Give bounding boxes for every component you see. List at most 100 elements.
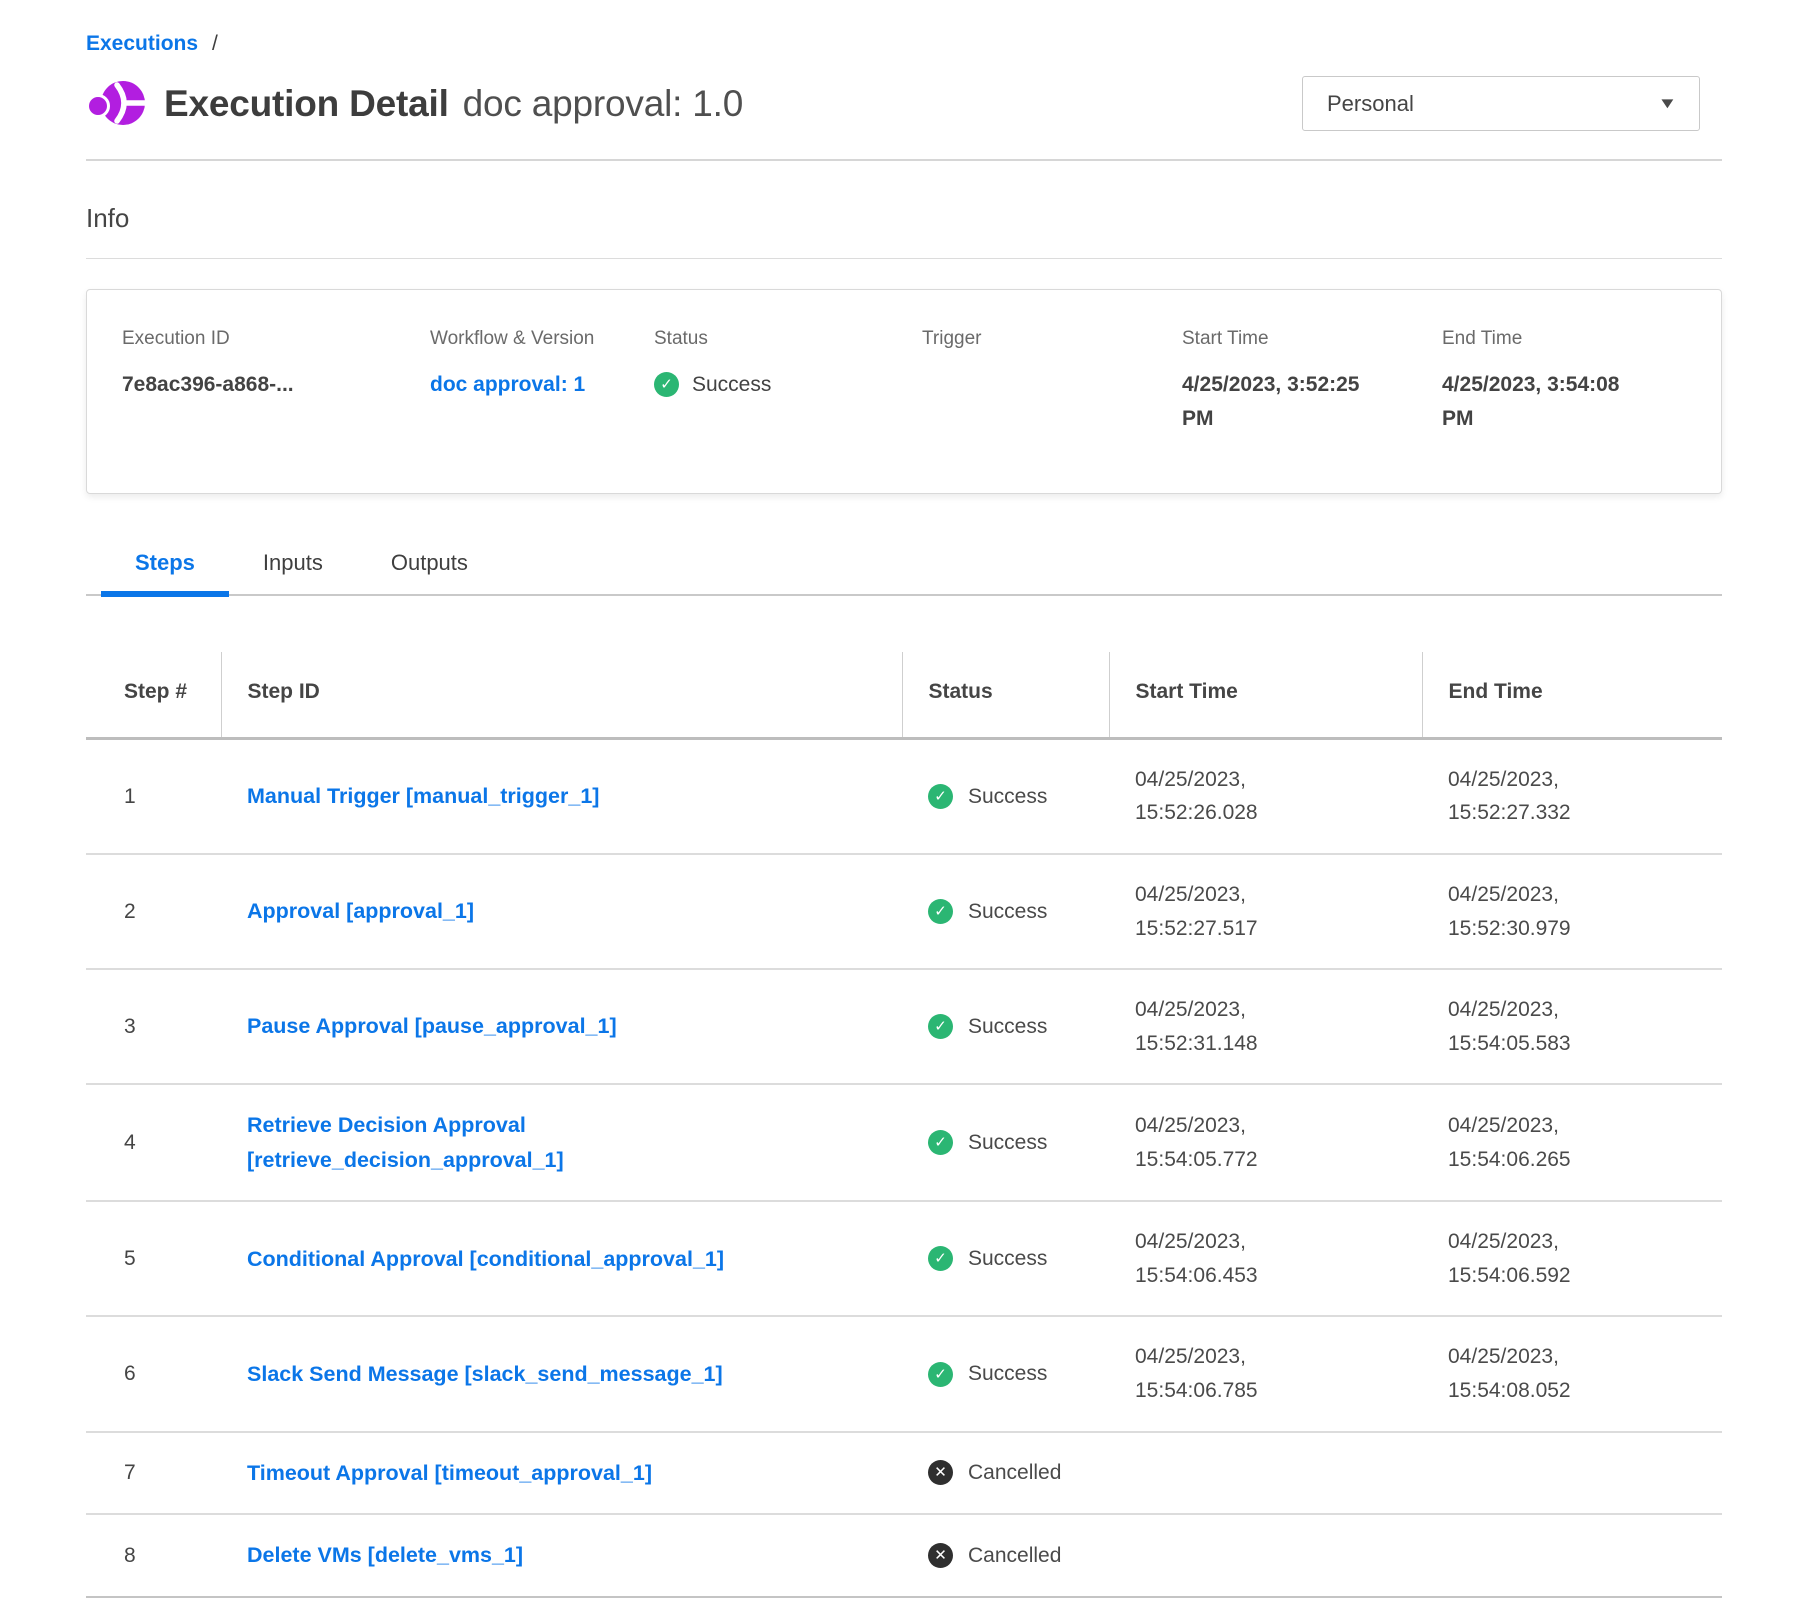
info-section-title: Info xyxy=(86,203,1722,234)
step-id-link[interactable]: Retrieve Decision Approval [retrieve_dec… xyxy=(247,1108,807,1177)
info-field-workflow-version: Workflow & Version doc approval: 1 xyxy=(430,328,654,435)
page-header: Execution Detail doc approval: 1.0 Perso… xyxy=(86,76,1722,131)
cancelled-icon: ✕ xyxy=(928,1543,953,1568)
table-row: 5 Conditional Approval [conditional_appr… xyxy=(86,1201,1722,1316)
start-time-cell xyxy=(1109,1432,1422,1515)
column-header-start-time: Start Time xyxy=(1109,652,1422,738)
status-cell: ✓ Success xyxy=(902,969,1109,1084)
step-number-cell: 7 xyxy=(86,1432,221,1515)
end-time-value: 4/25/2023, 3:54:08 PM xyxy=(1442,368,1642,435)
step-id-cell: Slack Send Message [slack_send_message_1… xyxy=(221,1316,902,1431)
header-divider xyxy=(86,159,1722,161)
start-time-cell: 04/25/2023, 15:52:31.148 xyxy=(1109,969,1422,1084)
end-time-cell: 04/25/2023, 15:52:27.332 xyxy=(1422,738,1722,854)
success-icon: ✓ xyxy=(928,784,953,809)
end-time-cell: 04/25/2023, 15:54:08.052 xyxy=(1422,1316,1722,1431)
cancelled-icon: ✕ xyxy=(928,1460,953,1485)
execution-detail-page: Executions / Execution Detail doc approv… xyxy=(0,0,1808,1598)
start-time-cell: 04/25/2023, 15:54:06.785 xyxy=(1109,1316,1422,1431)
info-field-status: Status ✓ Success xyxy=(654,328,922,435)
success-icon: ✓ xyxy=(654,372,679,397)
execution-id-value: 7e8ac396-a868-... xyxy=(122,368,430,402)
detail-tabs: Steps Inputs Outputs xyxy=(86,538,1722,596)
status-text: Cancelled xyxy=(968,1539,1061,1573)
field-label: Workflow & Version xyxy=(430,328,654,350)
execution-info-card: Execution ID 7e8ac396-a868-... Workflow … xyxy=(86,289,1722,494)
tab-outputs[interactable]: Outputs xyxy=(357,538,502,594)
tab-inputs[interactable]: Inputs xyxy=(229,538,357,594)
steps-table-header-row: Step # Step ID Status Start Time End Tim… xyxy=(86,652,1722,738)
status-text: Success xyxy=(968,1010,1047,1044)
chevron-down-icon: ▼ xyxy=(1658,95,1678,112)
start-time-cell: 04/25/2023, 15:52:27.517 xyxy=(1109,854,1422,969)
workspace-selector-value: Personal xyxy=(1327,91,1414,117)
field-label: Status xyxy=(654,328,922,350)
end-time-cell: 04/25/2023, 15:54:06.592 xyxy=(1422,1201,1722,1316)
step-id-link[interactable]: Slack Send Message [slack_send_message_1… xyxy=(247,1357,723,1391)
field-label: Trigger xyxy=(922,328,1182,350)
start-time-cell: 04/25/2023, 15:52:26.028 xyxy=(1109,738,1422,854)
info-field-start-time: Start Time 4/25/2023, 3:52:25 PM xyxy=(1182,328,1442,435)
status-cell: ✕ Cancelled xyxy=(902,1514,1109,1597)
status-text: Success xyxy=(968,780,1047,814)
end-time-cell xyxy=(1422,1514,1722,1597)
status-cell: ✓ Success xyxy=(902,738,1109,854)
step-id-cell: Conditional Approval [conditional_approv… xyxy=(221,1201,902,1316)
step-id-link[interactable]: Conditional Approval [conditional_approv… xyxy=(247,1242,724,1276)
end-time-cell xyxy=(1422,1432,1722,1515)
step-id-cell: Approval [approval_1] xyxy=(221,854,902,969)
steps-table-body: 1 Manual Trigger [manual_trigger_1] ✓ Su… xyxy=(86,738,1722,1597)
step-id-link[interactable]: Manual Trigger [manual_trigger_1] xyxy=(247,779,599,813)
status-cell: ✓ Success xyxy=(902,854,1109,969)
step-number-cell: 8 xyxy=(86,1514,221,1597)
column-header-end-time: End Time xyxy=(1422,652,1722,738)
page-subtitle: doc approval: 1.0 xyxy=(463,83,743,125)
info-field-end-time: End Time 4/25/2023, 3:54:08 PM xyxy=(1442,328,1721,435)
step-id-cell: Timeout Approval [timeout_approval_1] xyxy=(221,1432,902,1515)
breadcrumb: Executions / xyxy=(86,0,1722,56)
step-id-link[interactable]: Timeout Approval [timeout_approval_1] xyxy=(247,1456,652,1490)
step-id-link[interactable]: Pause Approval [pause_approval_1] xyxy=(247,1009,617,1043)
info-field-trigger: Trigger xyxy=(922,328,1182,435)
status-text: Success xyxy=(968,1357,1047,1391)
step-id-cell: Retrieve Decision Approval [retrieve_dec… xyxy=(221,1084,902,1201)
end-time-cell: 04/25/2023, 15:54:06.265 xyxy=(1422,1084,1722,1201)
status-cell: ✓ Success xyxy=(902,1084,1109,1201)
workflow-version-link[interactable]: doc approval: 1 xyxy=(430,373,585,396)
table-row: 2 Approval [approval_1] ✓ Success 04/25/… xyxy=(86,854,1722,969)
column-header-step-id: Step ID xyxy=(221,652,902,738)
table-row: 1 Manual Trigger [manual_trigger_1] ✓ Su… xyxy=(86,738,1722,854)
step-id-cell: Pause Approval [pause_approval_1] xyxy=(221,969,902,1084)
tab-steps[interactable]: Steps xyxy=(101,538,229,594)
success-icon: ✓ xyxy=(928,1362,953,1387)
start-time-cell: 04/25/2023, 15:54:05.772 xyxy=(1109,1084,1422,1201)
status-text: Cancelled xyxy=(968,1456,1061,1490)
step-id-cell: Delete VMs [delete_vms_1] xyxy=(221,1514,902,1597)
status-text: Success xyxy=(968,1242,1047,1276)
step-number-cell: 5 xyxy=(86,1201,221,1316)
status-cell: ✓ Success xyxy=(902,1201,1109,1316)
column-header-step-number: Step # xyxy=(86,652,221,738)
info-section-divider xyxy=(86,258,1722,259)
steps-table: Step # Step ID Status Start Time End Tim… xyxy=(86,652,1722,1598)
table-row: 8 Delete VMs [delete_vms_1] ✕ Cancelled xyxy=(86,1514,1722,1597)
status-text: Success xyxy=(968,895,1047,929)
step-number-cell: 3 xyxy=(86,969,221,1084)
step-number-cell: 4 xyxy=(86,1084,221,1201)
success-icon: ✓ xyxy=(928,1130,953,1155)
field-label: End Time xyxy=(1442,328,1721,350)
end-time-cell: 04/25/2023, 15:52:30.979 xyxy=(1422,854,1722,969)
execution-status-text: Success xyxy=(692,368,771,402)
field-label: Start Time xyxy=(1182,328,1442,350)
column-header-status: Status xyxy=(902,652,1109,738)
step-number-cell: 6 xyxy=(86,1316,221,1431)
workspace-selector[interactable]: Personal ▼ xyxy=(1302,76,1700,131)
step-id-cell: Manual Trigger [manual_trigger_1] xyxy=(221,738,902,854)
workflow-brand-icon xyxy=(86,77,148,131)
success-icon: ✓ xyxy=(928,1246,953,1271)
step-id-link[interactable]: Approval [approval_1] xyxy=(247,894,474,928)
success-icon: ✓ xyxy=(928,1014,953,1039)
breadcrumb-executions-link[interactable]: Executions xyxy=(86,32,198,56)
table-row: 6 Slack Send Message [slack_send_message… xyxy=(86,1316,1722,1431)
step-id-link[interactable]: Delete VMs [delete_vms_1] xyxy=(247,1538,523,1572)
